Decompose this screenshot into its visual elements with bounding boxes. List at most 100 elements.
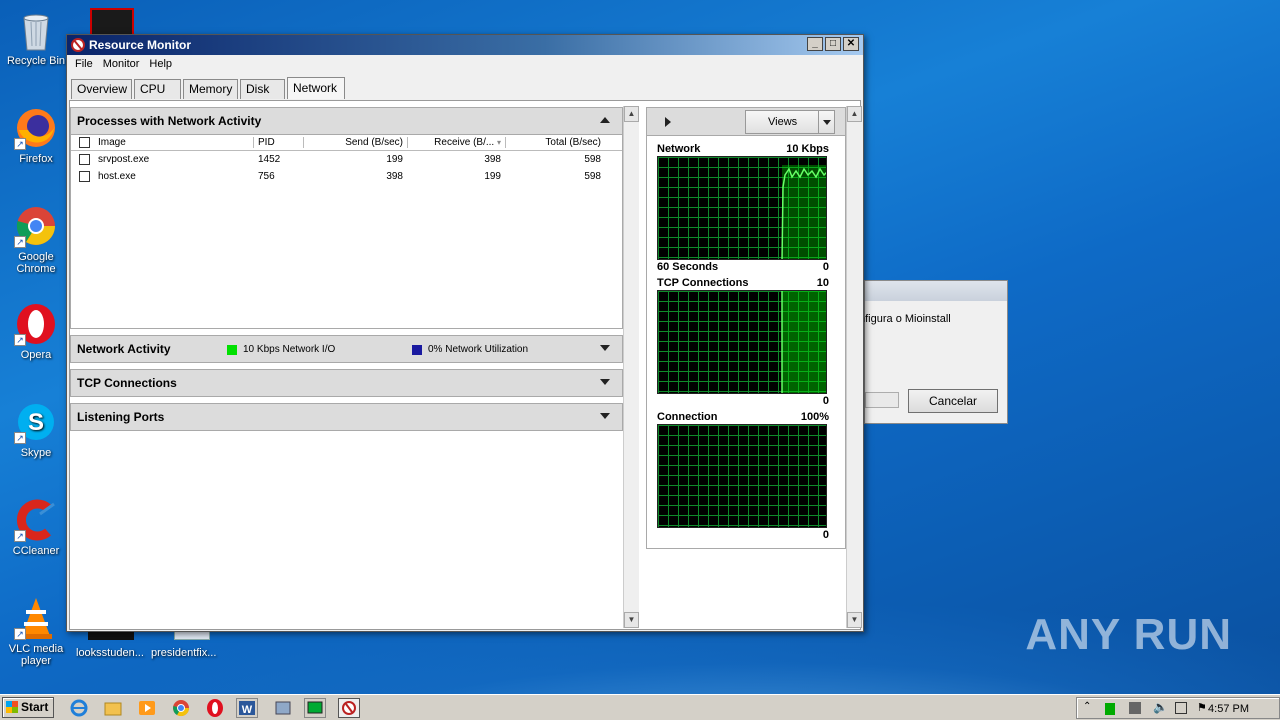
listening-ports-section-header[interactable]: Listening Ports <box>70 403 623 431</box>
media-player-icon[interactable] <box>136 698 158 718</box>
expand-down-icon[interactable] <box>600 413 610 419</box>
graph-fill <box>782 165 826 259</box>
minimize-button[interactable]: _ <box>807 37 823 51</box>
menu-help[interactable]: Help <box>145 58 178 70</box>
table-row[interactable]: srvpost.exe 1452 199 398 598 <box>71 151 622 168</box>
process-send: 199 <box>386 154 403 165</box>
column-total[interactable]: Total (B/sec) <box>505 137 605 148</box>
word-icon[interactable]: W <box>236 698 258 718</box>
desktop-icon-label: Skype <box>20 447 52 459</box>
flag-icon[interactable]: ⚑ <box>1197 701 1207 714</box>
right-pane-scrollbar[interactable]: ▲ ▼ <box>846 106 862 628</box>
left-pane-scrollbar[interactable]: ▲ ▼ <box>623 106 639 628</box>
right-pane: Views Network 10 Kbps 60 Seconds 0 TCP Con… <box>646 107 846 549</box>
processes-table: Image PID Send (B/sec) Receive (B/... ▾ … <box>70 135 623 329</box>
row-checkbox[interactable] <box>79 154 90 165</box>
svg-text:W: W <box>242 704 253 716</box>
column-image[interactable]: Image <box>71 137 253 148</box>
scroll-down-button[interactable]: ▼ <box>847 612 862 628</box>
process-image: srvpost.exe <box>98 154 150 165</box>
row-checkbox[interactable] <box>79 171 90 182</box>
window-title: Resource Monitor <box>89 38 192 52</box>
graph-min: 0 <box>822 261 829 273</box>
graph-toolbar: Views <box>647 108 845 136</box>
volume-icon[interactable]: 🔈 <box>1153 700 1168 714</box>
window-titlebar[interactable]: Resource Monitor _ □ ✕ <box>67 35 863 55</box>
column-send[interactable]: Send (B/sec) <box>303 137 407 148</box>
tab-disk[interactable]: Disk <box>240 79 285 99</box>
taskbar: Start W ⌃ 🔈 ⚑ 4:57 PM <box>0 694 1280 720</box>
views-button[interactable]: Views <box>745 110 835 134</box>
connection-graph-block: Connection 100% 0 <box>657 410 829 542</box>
scroll-up-button[interactable]: ▲ <box>624 106 639 122</box>
tcp-graph-svg <box>781 291 826 393</box>
select-all-checkbox[interactable] <box>79 137 90 148</box>
tcp-section-header[interactable]: TCP Connections <box>70 369 623 397</box>
tcp-section-title: TCP Connections <box>77 376 177 390</box>
connection-graph <box>657 424 827 528</box>
expand-down-icon[interactable] <box>600 345 610 351</box>
desktop-icon-skype[interactable]: S ↗ Skype <box>4 400 68 459</box>
vlc-icon: ↗ <box>14 596 58 640</box>
resource-monitor-taskbar-icon[interactable] <box>338 698 360 718</box>
clock[interactable]: 4:57 PM <box>1208 703 1249 715</box>
network-graph <box>657 156 827 260</box>
tab-network[interactable]: Network <box>287 77 345 99</box>
processes-section-title: Processes with Network Activity <box>77 114 262 128</box>
expand-down-icon[interactable] <box>600 379 610 385</box>
chrome-taskbar-icon[interactable] <box>170 698 192 718</box>
collapse-up-icon[interactable] <box>600 117 610 123</box>
desktop-icon-vlc[interactable]: ↗ VLC media player <box>4 596 68 667</box>
desktop-icon-label: Firefox <box>19 153 53 165</box>
cancel-button[interactable]: Cancelar <box>908 389 998 413</box>
desktop-file-label[interactable]: presidentfix... <box>151 647 216 659</box>
opera-taskbar-icon[interactable] <box>204 698 226 718</box>
tab-cpu[interactable]: CPU <box>134 79 181 99</box>
power-icon[interactable] <box>1175 702 1187 714</box>
graph-title: Connection <box>657 411 718 423</box>
process-pid: 1452 <box>258 154 281 165</box>
desktop-file-label[interactable]: looksstuden... <box>76 647 144 659</box>
column-pid[interactable]: PID <box>253 137 303 148</box>
maximize-button[interactable]: □ <box>825 37 841 51</box>
expand-right-icon[interactable] <box>665 117 671 127</box>
menu-file[interactable]: File <box>71 58 99 70</box>
scroll-up-button[interactable]: ▲ <box>847 106 862 122</box>
menu-bar: File Monitor Help <box>67 55 863 73</box>
column-receive[interactable]: Receive (B/... ▾ <box>407 137 505 148</box>
table-row[interactable]: host.exe 756 398 199 598 <box>71 168 622 185</box>
close-button[interactable]: ✕ <box>843 37 859 51</box>
chevron-down-icon[interactable] <box>818 111 834 133</box>
listening-ports-title: Listening Ports <box>77 410 165 424</box>
desktop-icon-label: Google Chrome <box>16 251 56 275</box>
menu-monitor[interactable]: Monitor <box>99 58 146 70</box>
tab-memory[interactable]: Memory <box>183 79 238 99</box>
process-send: 398 <box>386 171 403 182</box>
network-activity-section-header[interactable]: Network Activity 10 Kbps Network I/O 0% … <box>70 335 623 363</box>
graph-min: 0 <box>822 529 829 541</box>
desktop-icon-recycle-bin[interactable]: Recycle Bin <box>4 8 68 67</box>
scroll-down-button[interactable]: ▼ <box>624 612 639 628</box>
network-io-legend: 10 Kbps Network I/O <box>227 344 335 355</box>
desktop-icon-chrome[interactable]: ↗ Google Chrome <box>4 204 68 275</box>
desktop-icon-firefox[interactable]: ↗ Firefox <box>4 106 68 165</box>
network-tool-icon[interactable] <box>272 698 294 718</box>
ie-icon[interactable] <box>68 698 90 718</box>
network-tab-content: Processes with Network Activity Image PI… <box>69 100 862 630</box>
graph-max: 10 <box>816 277 829 289</box>
process-total: 598 <box>584 154 601 165</box>
process-receive: 199 <box>484 171 501 182</box>
show-hidden-icons-icon[interactable]: ⌃ <box>1083 701 1091 712</box>
tab-overview[interactable]: Overview <box>71 79 132 99</box>
processes-section-header[interactable]: Processes with Network Activity <box>70 107 623 135</box>
desktop-icon-ccleaner[interactable]: ↗ CCleaner <box>4 498 68 557</box>
installer-dialog-field <box>865 392 899 408</box>
tray-app-icon[interactable] <box>1105 703 1115 715</box>
start-button[interactable]: Start <box>2 697 54 718</box>
network-util-swatch <box>412 344 422 355</box>
desktop-icon-opera[interactable]: ↗ Opera <box>4 302 68 361</box>
network-graph-svg <box>781 165 826 259</box>
network-tray-icon[interactable] <box>1129 702 1141 714</box>
task-manager-icon[interactable] <box>304 698 326 718</box>
explorer-icon[interactable] <box>102 698 124 718</box>
